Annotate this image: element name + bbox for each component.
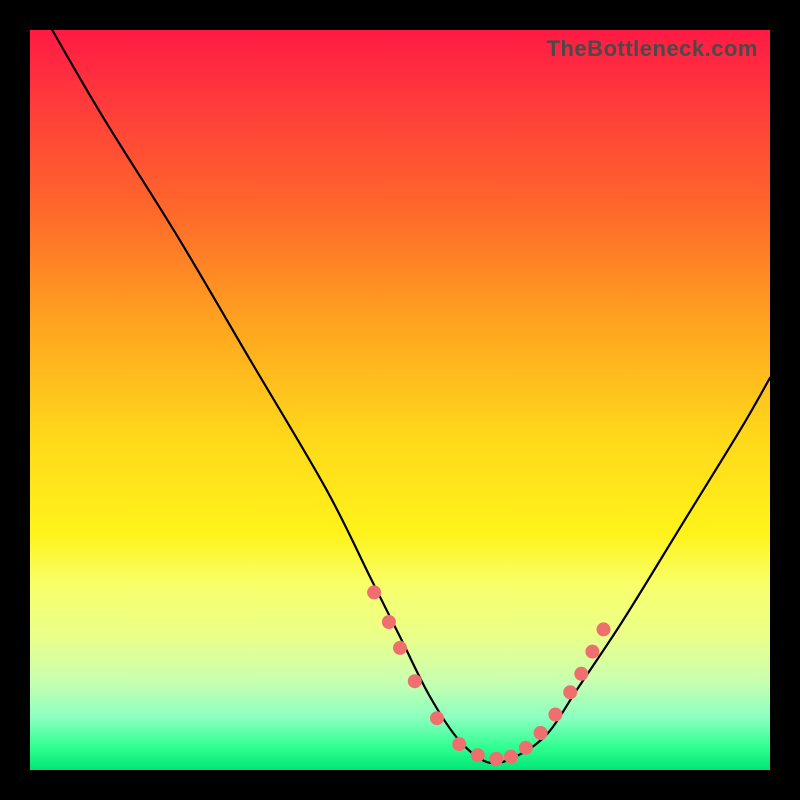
- marker-dot: [452, 737, 466, 751]
- marker-dot: [489, 752, 503, 766]
- marker-dot: [367, 585, 381, 599]
- marker-dot: [534, 726, 548, 740]
- bottleneck-curve: [52, 30, 770, 763]
- marker-dot: [597, 622, 611, 636]
- marker-dot: [563, 685, 577, 699]
- marker-dot: [519, 741, 533, 755]
- marker-dot: [382, 615, 396, 629]
- marker-dot: [471, 748, 485, 762]
- marker-dot: [574, 667, 588, 681]
- marker-dots: [367, 585, 610, 766]
- marker-dot: [548, 708, 562, 722]
- marker-dot: [430, 711, 444, 725]
- marker-dot: [585, 645, 599, 659]
- chart-frame: TheBottleneck.com: [0, 0, 800, 800]
- plot-area: TheBottleneck.com: [30, 30, 770, 770]
- curve-layer: [30, 30, 770, 770]
- marker-dot: [504, 750, 518, 764]
- marker-dot: [393, 641, 407, 655]
- marker-dot: [408, 674, 422, 688]
